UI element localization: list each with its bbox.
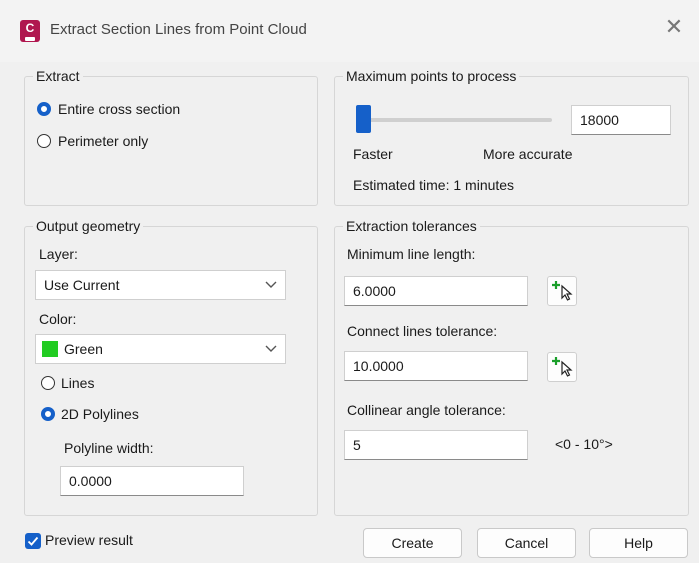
pick-min-length-button[interactable] — [547, 276, 577, 306]
checkmark-icon — [27, 536, 39, 546]
create-button[interactable]: Create — [363, 528, 462, 558]
app-icon: C — [20, 20, 40, 42]
polylines-radio[interactable] — [41, 407, 55, 421]
color-select-value: Green — [64, 341, 103, 357]
preview-result-checkbox[interactable] — [25, 533, 41, 549]
collinear-angle-label: Collinear angle tolerance: — [347, 402, 506, 418]
lines-label[interactable]: Lines — [61, 375, 94, 391]
max-points-input[interactable]: 18000 — [571, 105, 671, 135]
polyline-width-input[interactable]: 0.0000 — [60, 466, 244, 496]
estimated-time: Estimated time: 1 minutes — [353, 177, 515, 193]
cancel-button[interactable]: Cancel — [477, 528, 576, 558]
layer-label: Layer: — [39, 246, 78, 262]
layer-select[interactable]: Use Current — [35, 270, 286, 300]
extraction-tolerances-group-label: Extraction tolerances — [343, 218, 480, 234]
output-geometry-group-label: Output geometry — [33, 218, 144, 234]
entire-cross-section-label[interactable]: Entire cross section — [58, 101, 180, 117]
color-swatch — [42, 341, 58, 357]
min-line-length-input[interactable]: 6.0000 — [344, 276, 528, 306]
pick-cursor-icon — [552, 281, 573, 301]
collinear-angle-input[interactable]: 5 — [344, 430, 528, 460]
preview-result-label[interactable]: Preview result — [45, 532, 133, 548]
min-line-length-label: Minimum line length: — [347, 246, 476, 262]
title-bar: C Extract Section Lines from Point Cloud… — [0, 0, 699, 62]
perimeter-only-label[interactable]: Perimeter only — [58, 133, 148, 149]
slider-track[interactable] — [356, 118, 552, 122]
collinear-angle-range: <0 - 10°> — [555, 436, 613, 452]
color-select[interactable]: Green — [35, 334, 286, 364]
pick-connect-tolerance-button[interactable] — [547, 352, 577, 382]
close-icon[interactable]: ✕ — [663, 16, 685, 38]
polylines-label[interactable]: 2D Polylines — [61, 406, 139, 422]
chevron-down-icon — [265, 281, 277, 288]
help-button[interactable]: Help — [589, 528, 688, 558]
pick-cursor-icon — [552, 357, 573, 377]
extract-group-label: Extract — [33, 68, 83, 84]
connect-lines-label: Connect lines tolerance: — [347, 323, 498, 339]
app-icon-letter: C — [25, 21, 35, 35]
connect-lines-input[interactable]: 10.0000 — [344, 351, 528, 381]
entire-cross-section-radio[interactable] — [37, 102, 51, 116]
polyline-width-label: Polyline width: — [64, 440, 154, 456]
perimeter-only-radio[interactable] — [37, 134, 51, 148]
chevron-down-icon — [265, 345, 277, 352]
slider-thumb[interactable] — [356, 105, 371, 133]
window-title: Extract Section Lines from Point Cloud — [50, 21, 307, 38]
max-points-group-label: Maximum points to process — [343, 68, 520, 84]
slider-left-label: Faster — [353, 146, 393, 162]
lines-radio[interactable] — [41, 376, 55, 390]
layer-select-value: Use Current — [44, 277, 120, 293]
color-label: Color: — [39, 311, 77, 327]
slider-right-label: More accurate — [483, 146, 573, 162]
